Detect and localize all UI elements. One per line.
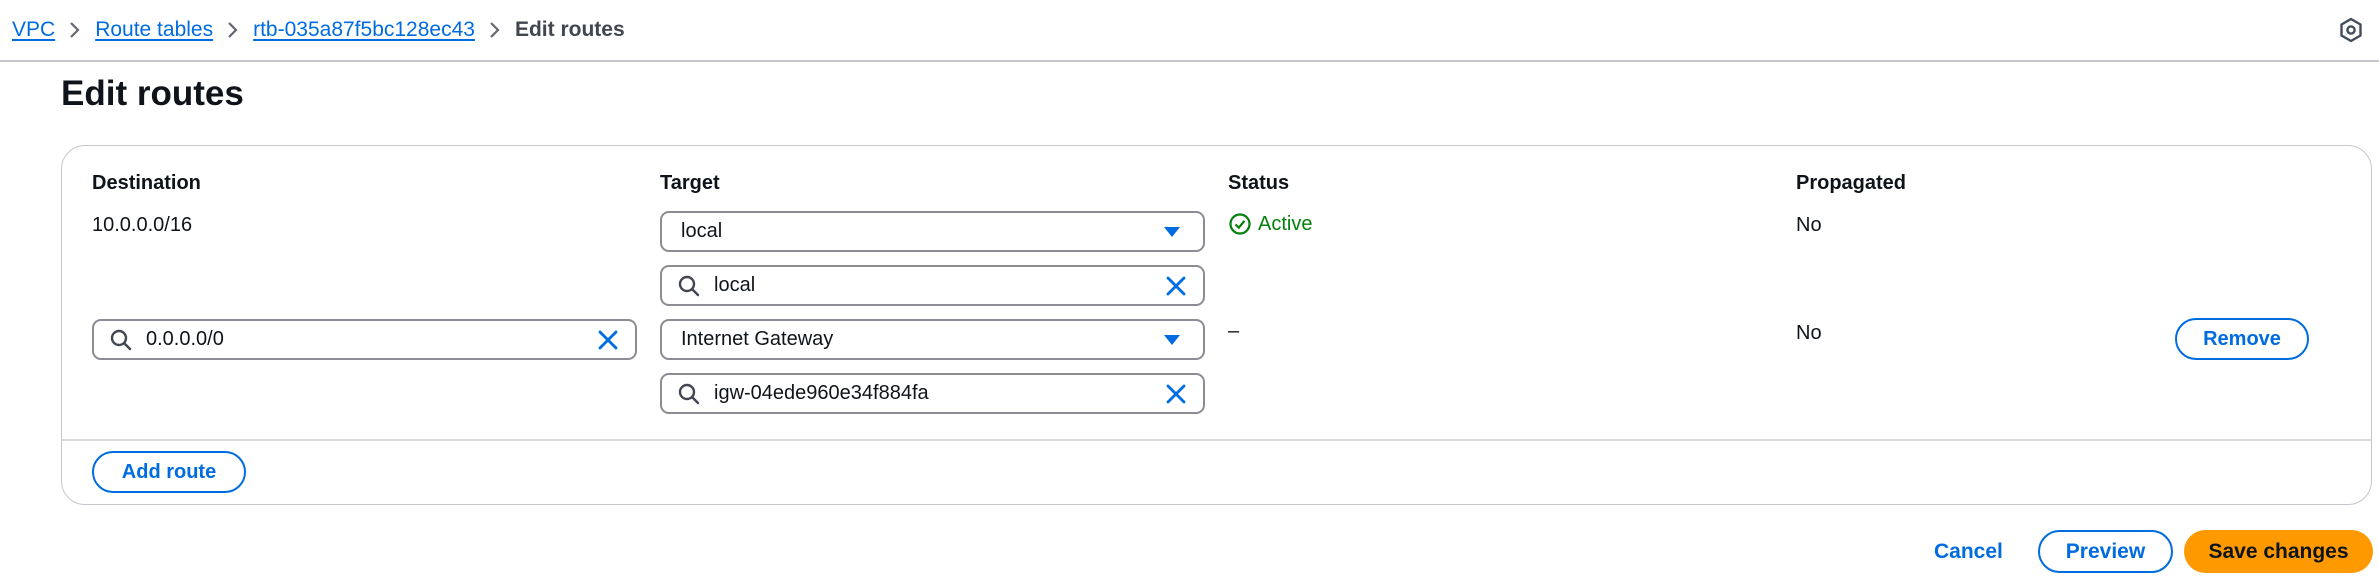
caret-down-icon [1164, 334, 1180, 345]
caret-down-icon [1164, 226, 1180, 237]
remove-route-button[interactable]: Remove [2175, 318, 2309, 360]
chevron-right-icon [213, 20, 253, 40]
row2-target-select-value: Internet Gateway [681, 328, 834, 350]
search-icon [678, 383, 700, 404]
column-header-target: Target [660, 172, 720, 194]
routes-table-card: Destination Target Status Propagated 10.… [61, 145, 2372, 505]
row1-destination: 10.0.0.0/16 [92, 214, 193, 236]
row2-target-select[interactable]: Internet Gateway [660, 319, 1205, 360]
row2-target-filter-value: igw-04ede960e34f884fa [714, 382, 929, 404]
column-header-propagated: Propagated [1796, 172, 1907, 194]
add-route-button[interactable]: Add route [92, 451, 246, 493]
row1-target-filter-value: local [714, 274, 756, 296]
close-icon[interactable] [1163, 273, 1189, 299]
check-circle-icon [1229, 213, 1251, 235]
row2-destination-input[interactable]: 0.0.0.0/0 [92, 319, 637, 360]
row2-destination-value: 0.0.0.0/0 [146, 328, 224, 350]
chevron-right-icon [475, 20, 515, 40]
card-divider [62, 439, 2371, 441]
breadcrumb: VPC Route tables rtb-035a87f5bc128ec43 E… [12, 14, 625, 46]
row1-propagated: No [1796, 214, 1822, 236]
preview-button[interactable]: Preview [2038, 530, 2173, 573]
column-header-destination: Destination [92, 172, 201, 194]
row1-status-label: Active [1258, 212, 1313, 235]
breadcrumb-route-table-id[interactable]: rtb-035a87f5bc128ec43 [253, 18, 475, 42]
row1-status: Active [1228, 212, 1312, 236]
top-bar: VPC Route tables rtb-035a87f5bc128ec43 E… [0, 0, 2379, 62]
column-header-status: Status [1228, 172, 1290, 194]
close-icon[interactable] [1163, 381, 1189, 407]
close-icon[interactable] [595, 327, 621, 353]
cancel-button[interactable]: Cancel [1934, 540, 2003, 564]
row2-target-filter-input[interactable]: igw-04ede960e34f884fa [660, 373, 1205, 414]
breadcrumb-route-tables[interactable]: Route tables [95, 18, 213, 42]
row1-target-filter-input[interactable]: local [660, 265, 1205, 306]
row2-status: – [1228, 320, 1240, 342]
breadcrumb-vpc[interactable]: VPC [12, 18, 55, 42]
chevron-right-icon [55, 20, 95, 40]
row1-target-select-value: local [681, 220, 723, 242]
search-icon [110, 329, 132, 350]
page-title: Edit routes [61, 74, 244, 113]
search-icon [678, 275, 700, 296]
row2-propagated: No [1796, 322, 1822, 344]
save-changes-button[interactable]: Save changes [2184, 530, 2373, 573]
help-circle-icon[interactable] [2337, 16, 2365, 44]
breadcrumb-current: Edit routes [514, 18, 625, 41]
row1-target-select[interactable]: local [660, 211, 1205, 252]
